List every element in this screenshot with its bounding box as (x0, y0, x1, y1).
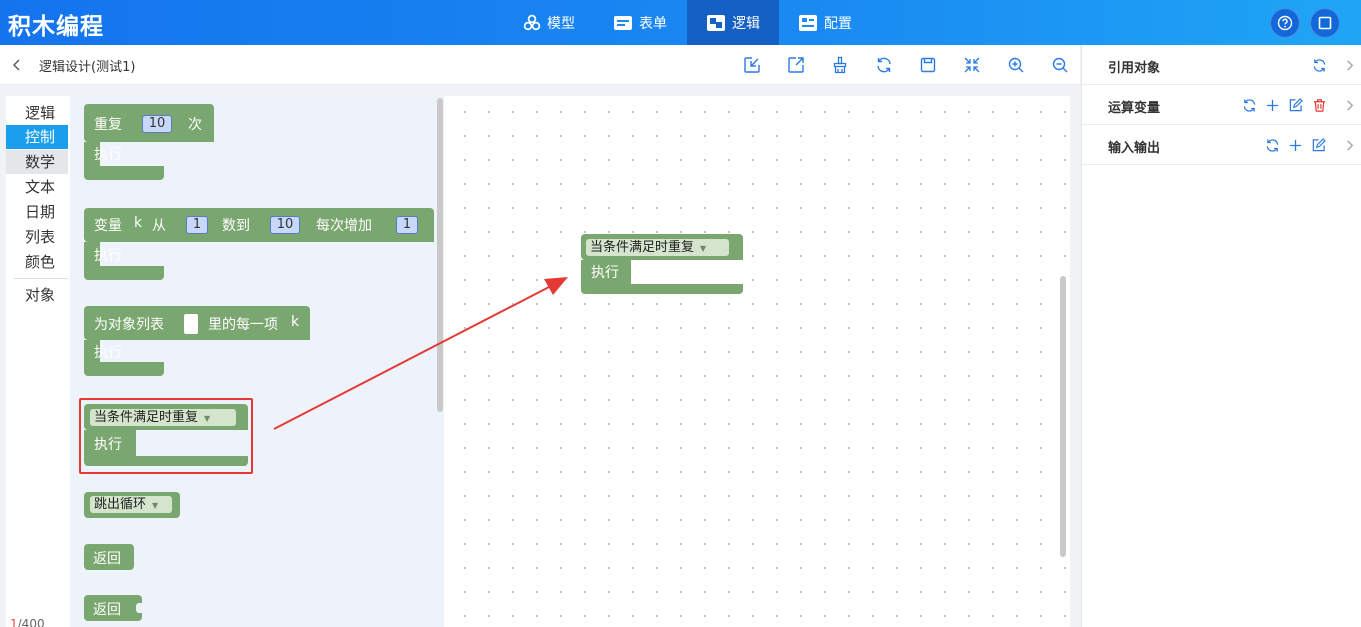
tab-form-label: 表单 (639, 15, 667, 32)
collapse-icon[interactable] (963, 56, 981, 74)
tab-config-label: 配置 (824, 15, 852, 32)
drag-arrow-annotation (273, 277, 568, 430)
back-chevron-icon[interactable] (11, 58, 23, 72)
import-icon[interactable] (743, 56, 761, 74)
refresh-icon[interactable] (875, 56, 893, 74)
chevron-right-icon[interactable] (1342, 58, 1357, 73)
export-icon[interactable] (787, 56, 805, 74)
refresh-icon[interactable] (1312, 58, 1327, 73)
chevron-right-icon[interactable] (1342, 98, 1357, 113)
help-button[interactable] (1270, 8, 1300, 38)
tab-logic[interactable]: 逻辑 (687, 0, 779, 45)
tab-config[interactable]: 配置 (790, 0, 860, 45)
zoom-in-icon[interactable] (1007, 56, 1025, 74)
zoom-out-icon[interactable] (1051, 56, 1069, 74)
panel-row-label: 输入输出 (1108, 141, 1161, 156)
add-icon[interactable] (1265, 98, 1280, 113)
save-icon[interactable] (919, 56, 937, 74)
page-title: 逻辑设计(测试1) (39, 60, 136, 75)
delete-icon[interactable] (1312, 98, 1327, 113)
refresh-icon[interactable] (1265, 138, 1280, 153)
edit-icon[interactable] (1288, 98, 1303, 113)
panel-row-input-output[interactable]: 输入输出 (1082, 125, 1361, 165)
blockly-workspace: 逻辑 控制 数学 文本 日期 列表 颜色 对象 1/400 重复 10 次 执行 (6, 96, 1070, 627)
panel-row-reference-objects[interactable]: 引用对象 (1082, 45, 1361, 85)
app-title: 积木编程 (8, 14, 104, 40)
add-icon[interactable] (1288, 138, 1303, 153)
fullscreen-button[interactable] (1310, 8, 1340, 38)
cubes-icon (523, 14, 541, 30)
logic-blocks-icon (707, 14, 725, 31)
tab-form[interactable]: 表单 (600, 0, 680, 45)
panel-row-label: 引用对象 (1108, 61, 1161, 76)
fullscreen-icon (1318, 16, 1332, 30)
form-icon (614, 15, 632, 30)
clean-icon[interactable] (831, 56, 849, 74)
tab-model[interactable]: 模型 (509, 0, 589, 45)
right-panel: 引用对象 运算变量 输入输出 (1081, 45, 1361, 627)
panel-row-operation-variables[interactable]: 运算变量 (1082, 85, 1361, 125)
config-icon (799, 14, 817, 31)
top-bar: 积木编程 模型 表单 逻辑 配置 (0, 0, 1361, 45)
panel-row-label: 运算变量 (1108, 101, 1161, 116)
chevron-right-icon[interactable] (1342, 138, 1357, 153)
tab-logic-label: 逻辑 (732, 15, 760, 32)
refresh-icon[interactable] (1242, 98, 1257, 113)
tab-model-label: 模型 (547, 15, 575, 32)
help-icon (1277, 15, 1293, 31)
edit-icon[interactable] (1311, 138, 1326, 153)
sub-header: 逻辑设计(测试1) (0, 45, 1080, 85)
